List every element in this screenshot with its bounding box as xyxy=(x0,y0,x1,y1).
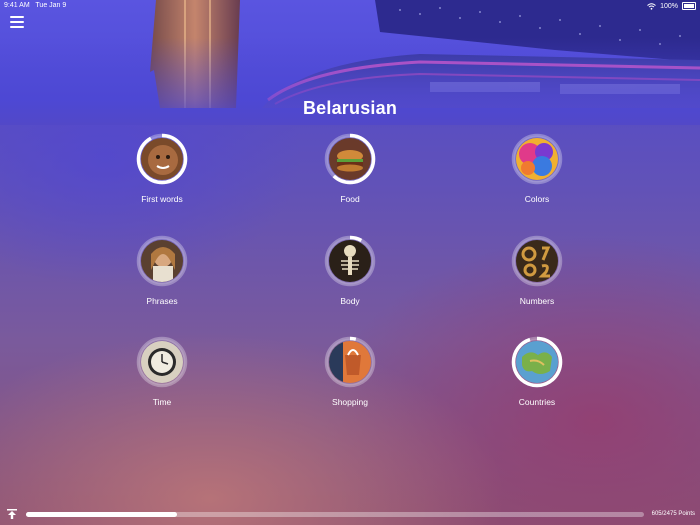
topic-label: Shopping xyxy=(332,397,368,407)
woman-phone-icon xyxy=(141,240,183,282)
topic-progress-ring xyxy=(324,235,376,287)
shopping-icon xyxy=(329,341,371,383)
status-right: 100% xyxy=(647,2,696,10)
burger-icon xyxy=(329,138,371,180)
topic-label: Numbers xyxy=(519,296,555,306)
hamburger-menu-icon[interactable] xyxy=(10,16,24,28)
topic-label: Colors xyxy=(524,194,550,204)
topic-shopping[interactable]: Shopping xyxy=(290,336,410,407)
battery-icon xyxy=(682,2,696,10)
topic-progress-ring xyxy=(136,336,188,388)
topic-first-words[interactable]: First words xyxy=(102,133,222,204)
menu-line xyxy=(10,26,24,28)
topic-label: Food xyxy=(340,194,360,204)
status-bar: 9:41 AM Tue Jan 9 100% xyxy=(0,0,700,12)
topic-label: First words xyxy=(141,194,183,204)
paint-splash-icon xyxy=(516,138,558,180)
topic-label: Body xyxy=(340,296,360,306)
page-title: Belarusian xyxy=(302,98,398,118)
child-face-icon xyxy=(141,138,183,180)
topic-progress-ring xyxy=(511,336,563,388)
footer-bar: 605/2475 Points xyxy=(0,503,700,525)
status-left: 9:41 AM Tue Jan 9 xyxy=(4,2,66,9)
topic-progress-ring xyxy=(511,235,563,287)
topic-body[interactable]: Body xyxy=(290,235,410,306)
topic-numbers[interactable]: Numbers xyxy=(477,235,597,306)
map-icon xyxy=(516,341,558,383)
topic-progress-ring xyxy=(511,133,563,185)
topic-label: Countries xyxy=(518,397,556,407)
points-label: 605/2475 Points xyxy=(651,511,695,517)
numbers-icon xyxy=(516,240,558,282)
topic-food[interactable]: Food xyxy=(290,133,410,204)
battery-percent: 100% xyxy=(660,2,678,10)
clock-icon xyxy=(141,341,183,383)
topic-colors[interactable]: Colors xyxy=(477,133,597,204)
menu-line xyxy=(10,16,24,18)
topic-progress-ring xyxy=(136,235,188,287)
wifi-icon xyxy=(647,2,656,10)
topic-progress-ring xyxy=(324,133,376,185)
topic-progress-ring xyxy=(136,133,188,185)
status-time: 9:41 AM xyxy=(4,2,30,9)
topic-phrases[interactable]: Phrases xyxy=(102,235,222,306)
total-progress-fill xyxy=(26,512,177,517)
total-progress-bar xyxy=(26,512,644,517)
status-date: Tue Jan 9 xyxy=(35,2,67,9)
skeleton-icon xyxy=(329,240,371,282)
topic-label: Phrases xyxy=(146,296,178,306)
topic-time[interactable]: Time xyxy=(102,336,222,407)
topic-progress-ring xyxy=(324,336,376,388)
topic-countries[interactable]: Countries xyxy=(477,336,597,407)
menu-line xyxy=(10,21,24,23)
scroll-up-icon[interactable] xyxy=(6,508,18,520)
topic-label: Time xyxy=(152,397,172,407)
